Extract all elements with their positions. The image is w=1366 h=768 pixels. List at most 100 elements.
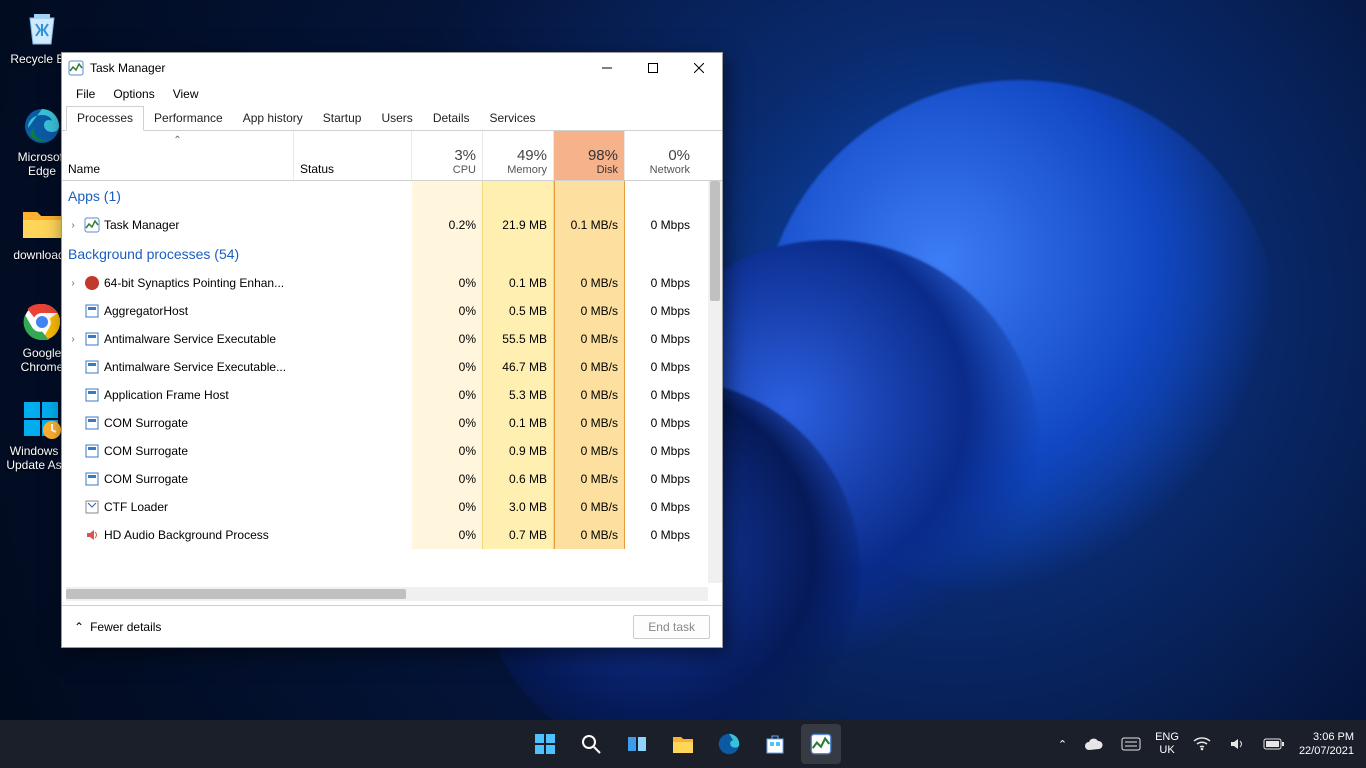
cell-net: 0 Mbps: [625, 381, 696, 409]
process-row[interactable]: ›AggregatorHost 0%0.5 MB0 MB/s0 Mbps: [62, 297, 722, 325]
cell-cpu: 0%: [412, 353, 483, 381]
process-row[interactable]: ›64-bit Synaptics Pointing Enhan... 0%0.…: [62, 269, 722, 297]
process-row[interactable]: ›Antimalware Service Executable 0%55.5 M…: [62, 325, 722, 353]
cell-cpu: 0%: [412, 465, 483, 493]
volume-icon[interactable]: [1225, 733, 1249, 755]
cell-cpu: 0%: [412, 409, 483, 437]
taskbar: ⌃ ENG UK 3:06 PM 22/07/2021: [0, 720, 1366, 768]
start-button[interactable]: [525, 724, 565, 764]
process-name: COM Surrogate: [104, 444, 188, 458]
col-cpu[interactable]: 3% CPU: [412, 131, 483, 180]
expand-icon[interactable]: ›: [66, 278, 80, 289]
keyboard-icon[interactable]: [1117, 733, 1145, 755]
col-name-label: Name: [68, 162, 287, 176]
vertical-scrollbar[interactable]: [708, 181, 722, 583]
cell-net: 0 Mbps: [625, 521, 696, 549]
process-row[interactable]: ›COM Surrogate 0%0.9 MB0 MB/s0 Mbps: [62, 437, 722, 465]
generic-process-icon: [84, 359, 100, 375]
cell-disk: 0 MB/s: [554, 409, 625, 437]
cell-net: 0 Mbps: [625, 297, 696, 325]
process-row[interactable]: ›COM Surrogate 0%0.1 MB0 MB/s0 Mbps: [62, 409, 722, 437]
minimize-button[interactable]: [584, 53, 630, 83]
task-manager-window: Task Manager File Options View Processes…: [61, 52, 723, 648]
cell-mem: 0.5 MB: [483, 297, 554, 325]
cell-mem: 0.1 MB: [483, 409, 554, 437]
taskbar-store[interactable]: [755, 724, 795, 764]
tab-details[interactable]: Details: [423, 107, 480, 130]
battery-icon[interactable]: [1259, 734, 1289, 754]
group-apps[interactable]: Apps (1): [62, 181, 722, 211]
cell-disk: 0 MB/s: [554, 465, 625, 493]
cell-net: 0 Mbps: [625, 409, 696, 437]
cell-cpu: 0%: [412, 381, 483, 409]
windows-update-icon: [20, 398, 64, 442]
generic-process-icon: [84, 331, 100, 347]
taskbar-explorer[interactable]: [663, 724, 703, 764]
language-indicator[interactable]: ENG UK: [1155, 731, 1179, 757]
process-row[interactable]: ›Antimalware Service Executable... 0%46.…: [62, 353, 722, 381]
column-headers: ⌃ Name Status 3% CPU 49% Memory 98% Disk…: [62, 131, 722, 181]
process-name: AggregatorHost: [104, 304, 188, 318]
search-button[interactable]: [571, 724, 611, 764]
group-background[interactable]: Background processes (54): [62, 239, 722, 269]
clock[interactable]: 3:06 PM 22/07/2021: [1299, 730, 1360, 758]
scrollbar-thumb[interactable]: [66, 589, 406, 599]
col-status[interactable]: Status: [294, 131, 412, 180]
onedrive-icon[interactable]: [1081, 734, 1107, 754]
col-name[interactable]: ⌃ Name: [62, 131, 294, 180]
col-memory[interactable]: 49% Memory: [483, 131, 554, 180]
tray-overflow-icon[interactable]: ⌃: [1054, 734, 1071, 755]
edge-icon: [20, 104, 64, 148]
scrollbar-thumb[interactable]: [710, 181, 720, 301]
tab-users[interactable]: Users: [371, 107, 422, 130]
tab-processes[interactable]: Processes: [66, 106, 144, 131]
fewer-details-button[interactable]: ⌃ Fewer details: [74, 620, 161, 634]
maximize-button[interactable]: [630, 53, 676, 83]
process-row[interactable]: ›Application Frame Host 0%5.3 MB0 MB/s0 …: [62, 381, 722, 409]
process-name: COM Surrogate: [104, 472, 188, 486]
tab-services[interactable]: Services: [480, 107, 546, 130]
cell-cpu: 0%: [412, 325, 483, 353]
close-button[interactable]: [676, 53, 722, 83]
tab-startup[interactable]: Startup: [313, 107, 372, 130]
menu-view[interactable]: View: [165, 85, 207, 103]
cell-mem: 0.9 MB: [483, 437, 554, 465]
tab-performance[interactable]: Performance: [144, 107, 233, 130]
process-row[interactable]: ›COM Surrogate 0%0.6 MB0 MB/s0 Mbps: [62, 465, 722, 493]
cell-mem: 0.6 MB: [483, 465, 554, 493]
cell-cpu: 0%: [412, 521, 483, 549]
process-row[interactable]: › Task Manager 0.2% 21.9 MB 0.1 MB/s 0 M…: [62, 211, 722, 239]
col-mem-pct: 49%: [517, 147, 547, 164]
expand-icon[interactable]: ›: [66, 220, 80, 231]
process-name: Antimalware Service Executable...: [104, 360, 286, 374]
menu-options[interactable]: Options: [105, 85, 162, 103]
menu-file[interactable]: File: [68, 85, 103, 103]
taskbar-edge[interactable]: [709, 724, 749, 764]
expand-icon[interactable]: ›: [66, 334, 80, 345]
horizontal-scrollbar[interactable]: [66, 587, 708, 601]
task-manager-icon: [68, 60, 84, 76]
wifi-icon[interactable]: [1189, 733, 1215, 755]
cell-disk: 0 MB/s: [554, 521, 625, 549]
process-name: HD Audio Background Process: [104, 528, 269, 542]
process-row[interactable]: ›CTF Loader 0%3.0 MB0 MB/s0 Mbps: [62, 493, 722, 521]
cell-disk: 0.1 MB/s: [554, 211, 625, 239]
taskbar-center: [525, 724, 841, 764]
end-task-button[interactable]: End task: [633, 615, 710, 639]
cell-cpu: 0%: [412, 493, 483, 521]
lang-primary: ENG: [1155, 731, 1179, 744]
process-row[interactable]: ›HD Audio Background Process 0%0.7 MB0 M…: [62, 521, 722, 549]
col-disk[interactable]: 98% Disk: [554, 131, 625, 180]
chrome-icon: [20, 300, 64, 344]
tab-bar: Processes Performance App history Startu…: [62, 105, 722, 131]
task-view-button[interactable]: [617, 724, 657, 764]
col-network[interactable]: 0% Network: [625, 131, 696, 180]
cell-mem: 0.1 MB: [483, 269, 554, 297]
cell-net: 0 Mbps: [625, 269, 696, 297]
tab-app-history[interactable]: App history: [233, 107, 313, 130]
titlebar[interactable]: Task Manager: [62, 53, 722, 83]
cell-disk: 0 MB/s: [554, 381, 625, 409]
process-name: 64-bit Synaptics Pointing Enhan...: [104, 276, 284, 290]
taskbar-task-manager[interactable]: [801, 724, 841, 764]
process-grid: ⌃ Name Status 3% CPU 49% Memory 98% Disk…: [62, 131, 722, 605]
